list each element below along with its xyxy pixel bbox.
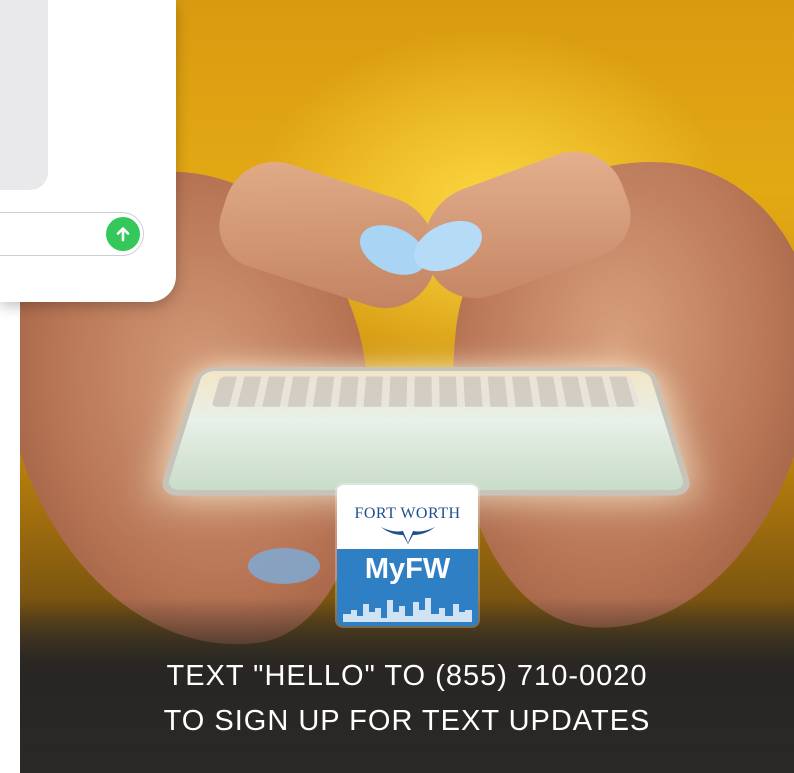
message-bubble (0, 0, 48, 190)
finger-nail (248, 548, 320, 584)
myfw-logo: FORT WORTH MyFW (337, 485, 478, 626)
logo-city-name: FORT WORTH (354, 505, 461, 522)
headline-line-2: TO SIGN UP FOR TEXT UPDATES (163, 705, 651, 737)
arrow-up-icon (116, 227, 130, 242)
headline-line-1: TEXT "HELLO" TO (855) 710-0020 (166, 660, 648, 692)
send-button[interactable] (106, 217, 140, 251)
logo-app-name: MyFW (364, 553, 451, 585)
message-card (0, 0, 176, 302)
smartphone (157, 367, 695, 496)
longhorn-icon (381, 527, 435, 544)
skyline-icon (343, 598, 472, 622)
phone-keyboard (211, 376, 641, 407)
